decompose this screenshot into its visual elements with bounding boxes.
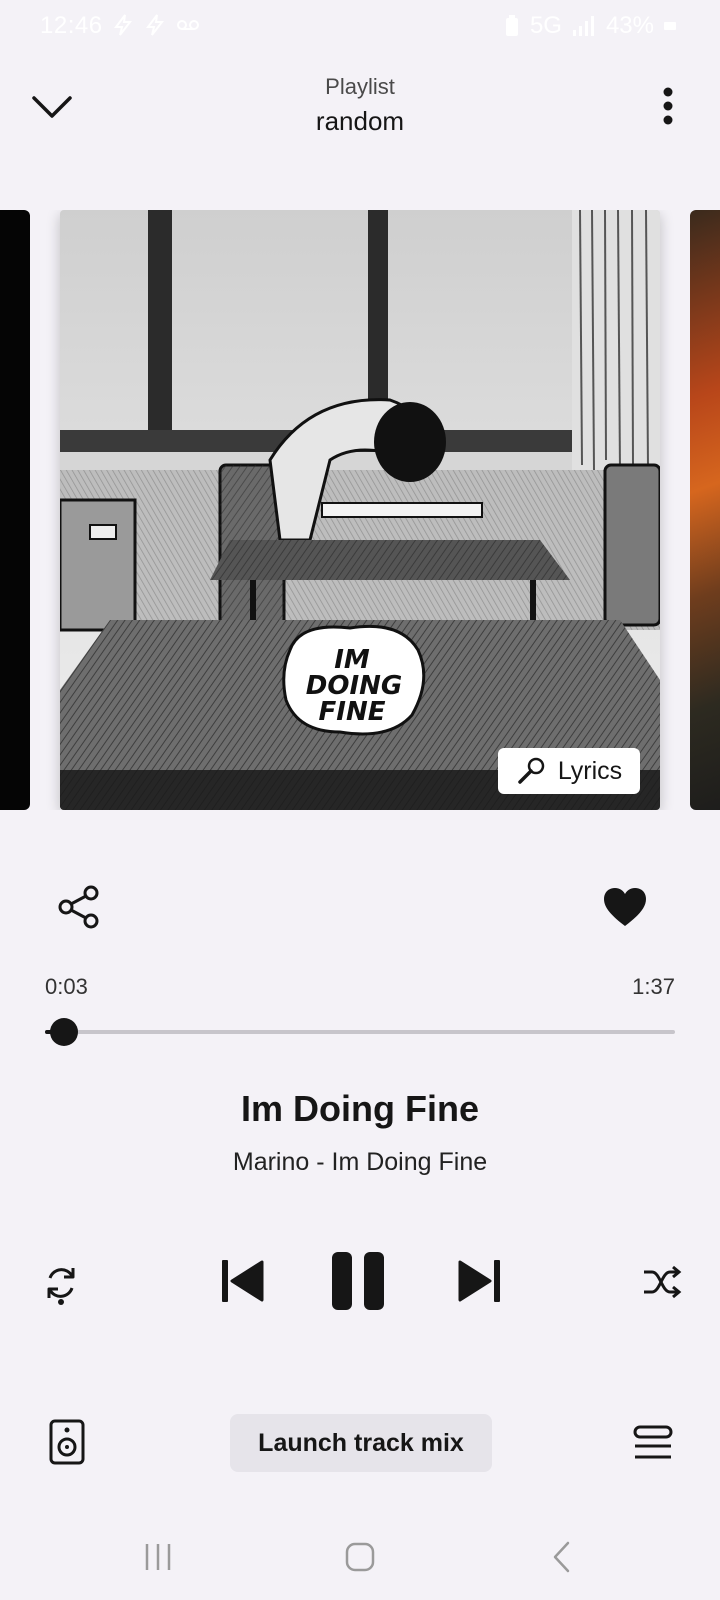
playback-controls <box>0 1248 720 1318</box>
battery-percent: 43% <box>605 12 654 39</box>
pause-button[interactable] <box>330 1250 386 1312</box>
artwork-carousel[interactable]: IM DOING FINE Lyrics <box>0 210 720 810</box>
repeat-button[interactable] <box>40 1262 82 1306</box>
flash-icon <box>114 14 133 36</box>
queue-button[interactable] <box>632 1424 674 1462</box>
seek-bar[interactable] <box>45 1018 675 1046</box>
back-icon <box>553 1541 570 1573</box>
network-type: 5G <box>529 12 562 39</box>
status-right: 5G 43% <box>504 12 676 40</box>
seek-thumb[interactable] <box>49 1018 78 1046</box>
total-time: 1:37 <box>632 974 675 999</box>
status-left-icons <box>112 14 200 36</box>
player-header: Playlist random <box>0 70 720 140</box>
output-device-button[interactable] <box>48 1418 86 1466</box>
playlist-name[interactable]: random <box>0 106 720 137</box>
flash-icon <box>146 14 165 36</box>
lyrics-label: Lyrics <box>557 756 623 785</box>
skip-previous-icon <box>222 1260 264 1302</box>
track-subtitle[interactable]: Marino - Im Doing Fine <box>0 1148 720 1177</box>
home-button[interactable] <box>344 1540 376 1574</box>
skip-next-icon <box>458 1260 500 1302</box>
speaker-icon <box>49 1419 85 1465</box>
next-cover[interactable] <box>690 210 720 810</box>
lyrics-button[interactable]: Lyrics <box>498 748 640 794</box>
battery-saver-icon <box>505 15 518 36</box>
queue-icon <box>633 1425 673 1459</box>
recents-icon <box>145 1544 171 1570</box>
previous-cover[interactable] <box>0 210 30 810</box>
home-icon <box>345 1542 375 1572</box>
bottom-row: Launch track mix <box>0 1408 720 1478</box>
microphone-icon <box>518 757 545 784</box>
back-button[interactable] <box>550 1540 574 1574</box>
share-button[interactable] <box>56 884 102 930</box>
status-bar: 12:46 5G 43% <box>0 0 720 52</box>
cover-artwork: IM DOING FINE <box>60 210 660 810</box>
signal-icon <box>572 16 594 36</box>
next-button[interactable] <box>456 1256 502 1306</box>
status-time: 12:46 <box>40 12 103 39</box>
playlist-caption: Playlist <box>325 74 395 99</box>
track-title: Im Doing Fine <box>241 1088 479 1129</box>
actions-row <box>0 878 720 938</box>
elapsed-time: 0:03 <box>45 974 88 999</box>
like-button[interactable] <box>602 886 648 928</box>
more-options-button[interactable] <box>648 82 688 130</box>
launch-track-mix-button[interactable]: Launch track mix <box>230 1414 492 1472</box>
previous-button[interactable] <box>220 1256 266 1306</box>
voicemail-icon <box>177 20 199 30</box>
battery-icon <box>664 22 676 30</box>
pause-icon <box>332 1252 384 1310</box>
shuffle-button[interactable] <box>642 1264 682 1300</box>
shuffle-icon <box>644 1265 682 1299</box>
recents-button[interactable] <box>142 1540 174 1574</box>
repeat-icon <box>47 1268 75 1305</box>
share-icon <box>58 885 99 929</box>
cover-text-line: FINE <box>319 697 386 727</box>
more-vert-icon <box>663 87 673 125</box>
system-nav-bar <box>0 1520 720 1590</box>
album-cover[interactable]: IM DOING FINE Lyrics <box>60 210 660 810</box>
heart-icon <box>604 888 646 926</box>
